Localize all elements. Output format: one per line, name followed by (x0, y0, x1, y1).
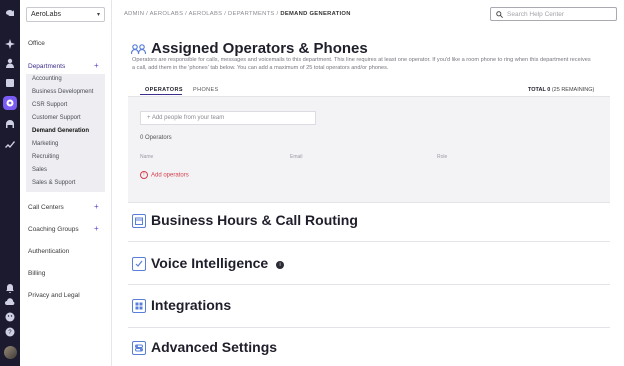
column-header-name: Name (140, 154, 154, 160)
sidebar-item-billing[interactable]: Billing (28, 270, 45, 277)
add-people-input[interactable]: + Add people from your team (140, 111, 316, 125)
headset-icon[interactable] (3, 117, 17, 131)
department-item[interactable]: Customer Support (32, 115, 81, 121)
tab-phones[interactable]: PHONES (193, 87, 219, 93)
gear-icon[interactable] (3, 96, 17, 110)
department-item[interactable]: Recruiting (32, 154, 59, 160)
divider (128, 202, 610, 203)
column-header-email: Email (290, 154, 303, 160)
bell-icon[interactable] (3, 281, 17, 295)
smiley-icon[interactable] (3, 310, 17, 324)
divider (128, 284, 610, 285)
toggle-icon (132, 341, 146, 355)
person-icon[interactable] (3, 56, 17, 70)
section-integrations[interactable]: Integrations (151, 297, 231, 313)
section-advanced-settings[interactable]: Advanced Settings (151, 339, 277, 355)
info-icon[interactable]: i (276, 261, 284, 269)
operator-count: 0 Operators (140, 135, 172, 141)
total-remaining: (25 REMAINING) (550, 87, 595, 93)
sidebar-item-authentication[interactable]: Authentication (28, 248, 69, 255)
page-title: Assigned Operators & Phones (151, 40, 368, 57)
total-value: TOTAL 0 (528, 87, 551, 93)
sidebar-item-departments[interactable]: Departments (28, 63, 65, 70)
section-business-hours[interactable]: Business Hours & Call Routing (151, 212, 358, 228)
total-count: TOTAL 0 (25 REMAINING) (528, 87, 594, 93)
department-item[interactable]: Sales (32, 167, 47, 173)
add-coaching-group-icon[interactable]: + (94, 225, 99, 233)
sidebar-item-office[interactable]: Office (28, 40, 45, 47)
divider (128, 241, 610, 242)
analytics-icon[interactable] (3, 137, 17, 151)
department-item-selected[interactable]: Demand Generation (32, 128, 89, 134)
department-item[interactable]: CSR Support (32, 102, 67, 108)
department-item[interactable]: Sales & Support (32, 180, 75, 186)
operators-icon (131, 44, 147, 55)
help-icon[interactable]: ? (3, 325, 17, 339)
checklist-icon (132, 257, 146, 271)
avatar[interactable] (4, 346, 17, 359)
chevron-down-icon: ▾ (96, 12, 100, 18)
sidebar-item-call-centers[interactable]: Call Centers (28, 204, 64, 211)
org-select-value: AeroLabs (31, 11, 61, 18)
divider (128, 327, 610, 328)
grid-icon (132, 299, 146, 313)
breadcrumb-current: DEMAND GENERATION (280, 11, 351, 17)
active-tab-indicator (140, 94, 182, 95)
search-icon (496, 11, 503, 18)
add-department-icon[interactable]: + (94, 62, 99, 70)
department-list: Accounting Business Development CSR Supp… (26, 74, 105, 192)
add-operators-label: Add operators (151, 172, 189, 179)
breadcrumb: ADMIN / AEROLABS / AEROLABS / DEPARTMENT… (124, 11, 351, 17)
department-item[interactable]: Business Development (32, 89, 93, 95)
app-rail: ? (0, 0, 20, 366)
logo-icon[interactable] (3, 6, 17, 20)
org-select[interactable]: AeroLabs ▾ (26, 7, 105, 22)
breadcrumb-path[interactable]: ADMIN / AEROLABS / AEROLABS / DEPARTMENT… (124, 11, 280, 17)
calendar-icon (132, 214, 146, 228)
page-description: Operators are responsible for calls, mes… (132, 57, 591, 71)
sparkle-icon[interactable] (3, 37, 17, 51)
department-item[interactable]: Accounting (32, 76, 62, 82)
add-operators-link[interactable]: ! Add operators (140, 171, 189, 179)
cloud-icon[interactable] (3, 295, 17, 309)
sidebar-item-privacy[interactable]: Privacy and Legal (28, 292, 80, 299)
search-input[interactable]: Search Help Center (490, 7, 617, 21)
contacts-icon[interactable] (3, 76, 17, 90)
section-voice-intelligence[interactable]: Voice Intelligence (151, 255, 268, 271)
column-header-role: Role (437, 154, 448, 160)
sidebar-item-coaching-groups[interactable]: Coaching Groups (28, 226, 79, 233)
department-item[interactable]: Marketing (32, 141, 58, 147)
tab-operators[interactable]: OPERATORS (145, 87, 183, 93)
alert-icon: ! (140, 171, 148, 179)
search-placeholder: Search Help Center (507, 11, 565, 18)
add-call-center-icon[interactable]: + (94, 203, 99, 211)
